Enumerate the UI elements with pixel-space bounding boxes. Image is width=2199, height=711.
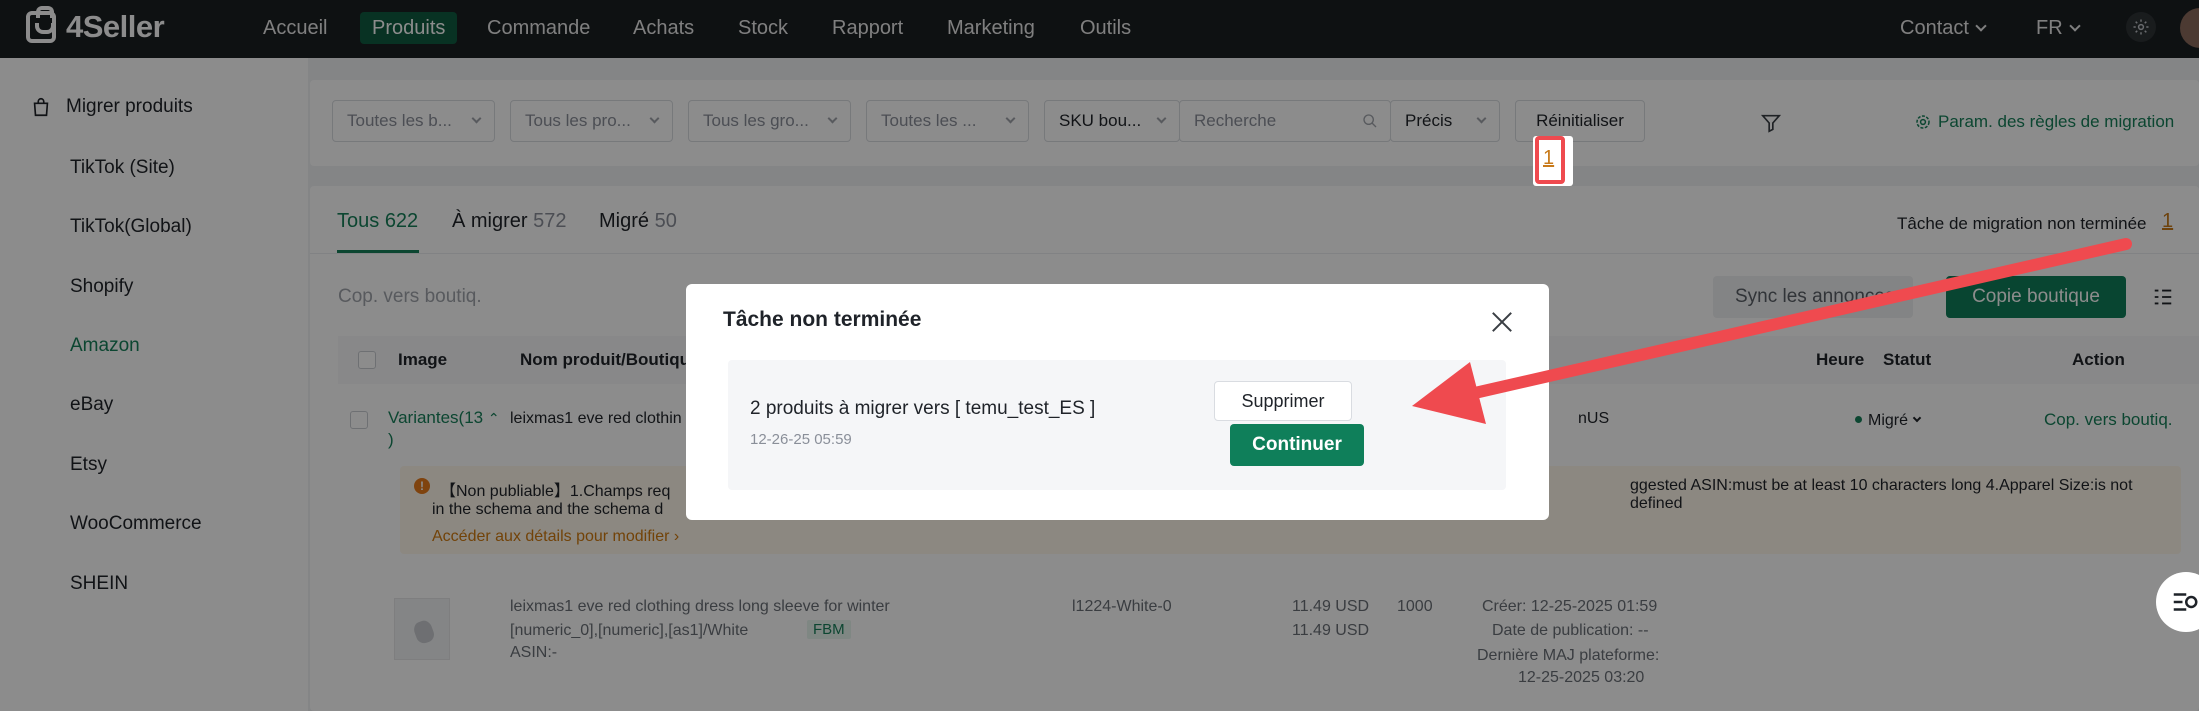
task-description: 2 produits à migrer vers [ temu_test_ES … [750, 398, 1096, 419]
annotation-box [1535, 136, 1565, 184]
close-icon[interactable] [1490, 310, 1514, 334]
unfinished-task-modal: Tâche non terminée 2 produits à migrer v… [686, 284, 1549, 520]
task-item: 2 produits à migrer vers [ temu_test_ES … [728, 360, 1506, 490]
menu-icon [2173, 593, 2198, 611]
continue-task-button[interactable]: Continuer [1230, 424, 1364, 466]
modal-title: Tâche non terminée [723, 308, 922, 331]
task-timestamp: 12-26-25 05:59 [750, 431, 852, 448]
delete-task-button[interactable]: Supprimer [1214, 381, 1352, 421]
